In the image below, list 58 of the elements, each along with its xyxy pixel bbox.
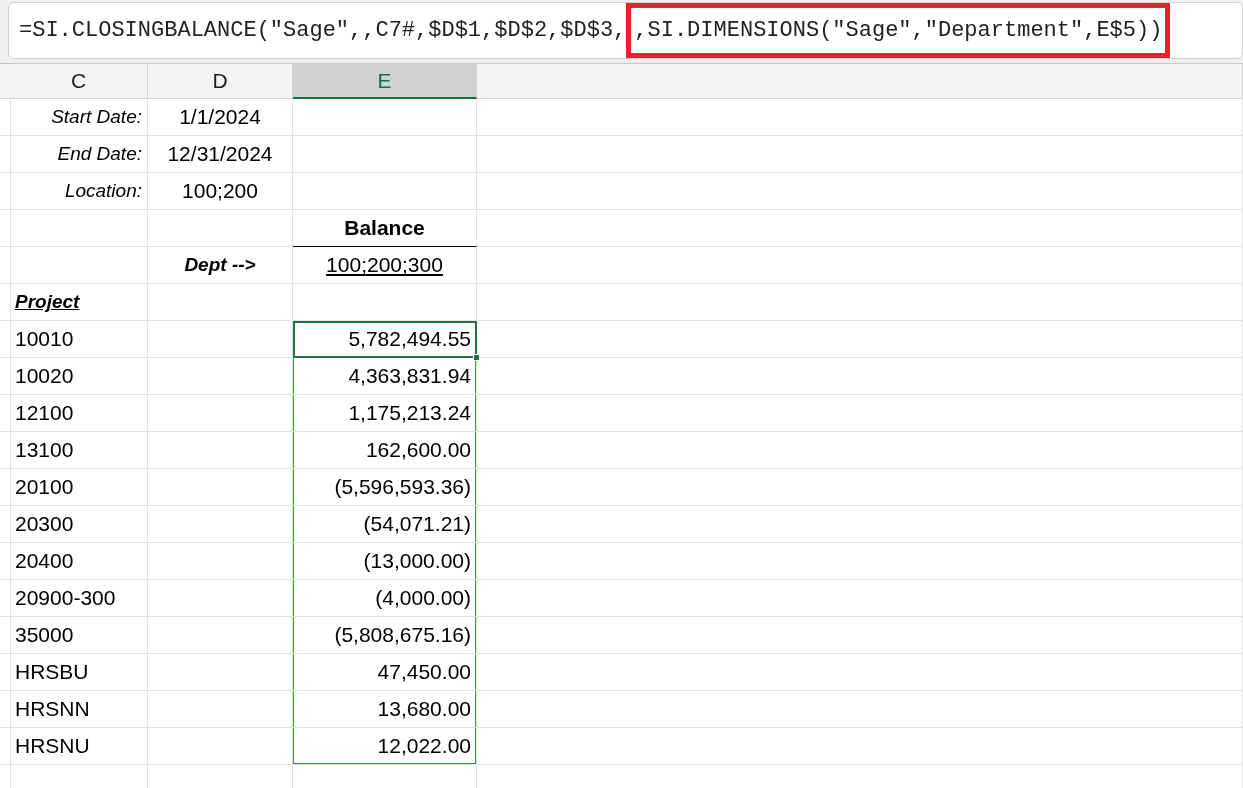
project-code: 12100 <box>10 395 148 432</box>
row-header <box>0 691 11 728</box>
balance-value: (5,596,593.36) <box>293 469 477 506</box>
balance-value: 12,022.00 <box>293 728 477 765</box>
project-code: 20900-300 <box>10 580 148 617</box>
fill-handle[interactable] <box>473 354 480 361</box>
row-header <box>0 580 11 617</box>
parameter-label: Location: <box>10 173 148 210</box>
project-code: 20300 <box>10 506 148 543</box>
row-header <box>0 321 11 358</box>
row-header <box>0 506 11 543</box>
highlighted-formula-text: ,SI.DIMENSIONS("Sage","Department",E$5)) <box>626 3 1171 58</box>
parameter-label: Start Date: <box>10 99 148 136</box>
balance-value: (13,000.00) <box>293 543 477 580</box>
balance-value: 162,600.00 <box>293 432 477 469</box>
parameter-label: End Date: <box>10 136 148 173</box>
project-code: 10020 <box>10 358 148 395</box>
row-header <box>0 432 11 469</box>
row-header <box>0 284 11 321</box>
column-header[interactable]: E <box>293 64 477 99</box>
row-header <box>0 247 11 284</box>
row-header <box>0 469 11 506</box>
row-header <box>0 358 11 395</box>
row-header <box>0 99 11 136</box>
row-header <box>0 654 11 691</box>
project-code: 10010 <box>10 321 148 358</box>
parameter-value: 12/31/2024 <box>148 136 293 173</box>
balance-value: (4,000.00) <box>293 580 477 617</box>
column-heading: Balance <box>293 210 477 247</box>
row-header <box>0 543 11 580</box>
row-header <box>0 173 11 210</box>
project-code: 20400 <box>10 543 148 580</box>
balance-value: (5,808,675.16) <box>293 617 477 654</box>
row-label: Dept --> <box>148 247 293 284</box>
row-header <box>0 617 11 654</box>
balance-value: 5,782,494.55 <box>348 326 471 353</box>
balance-value: (54,071.21) <box>293 506 477 543</box>
row-header <box>0 136 11 173</box>
parameter-value: 100;200 <box>148 173 293 210</box>
department-value: 100;200;300 <box>293 247 477 284</box>
row-header <box>0 210 11 247</box>
project-code: HRSNN <box>10 691 148 728</box>
column-header[interactable]: C <box>10 64 148 99</box>
balance-value: 13,680.00 <box>293 691 477 728</box>
parameter-value: 1/1/2024 <box>148 99 293 136</box>
balance-value: 4,363,831.94 <box>293 358 477 395</box>
project-code: HRSNU <box>10 728 148 765</box>
project-code: 13100 <box>10 432 148 469</box>
balance-value: 1,175,213.24 <box>293 395 477 432</box>
column-header[interactable]: D <box>148 64 293 99</box>
project-code: HRSBU <box>10 654 148 691</box>
column-heading: Project <box>10 284 148 321</box>
formula-text: =SI.CLOSINGBALANCE("Sage",,C7#,$D$1,$D$2,$D$3, <box>19 17 627 45</box>
project-code: 35000 <box>10 617 148 654</box>
row-header <box>0 395 11 432</box>
formula-field[interactable]: =SI.CLOSINGBALANCE("Sage",,C7#,$D$1,$D$2,$D$3, ,SI.DIMENSIONS("Sage","Department",E$5)) <box>8 2 1243 59</box>
balance-value: 47,450.00 <box>293 654 477 691</box>
project-code: 20100 <box>10 469 148 506</box>
